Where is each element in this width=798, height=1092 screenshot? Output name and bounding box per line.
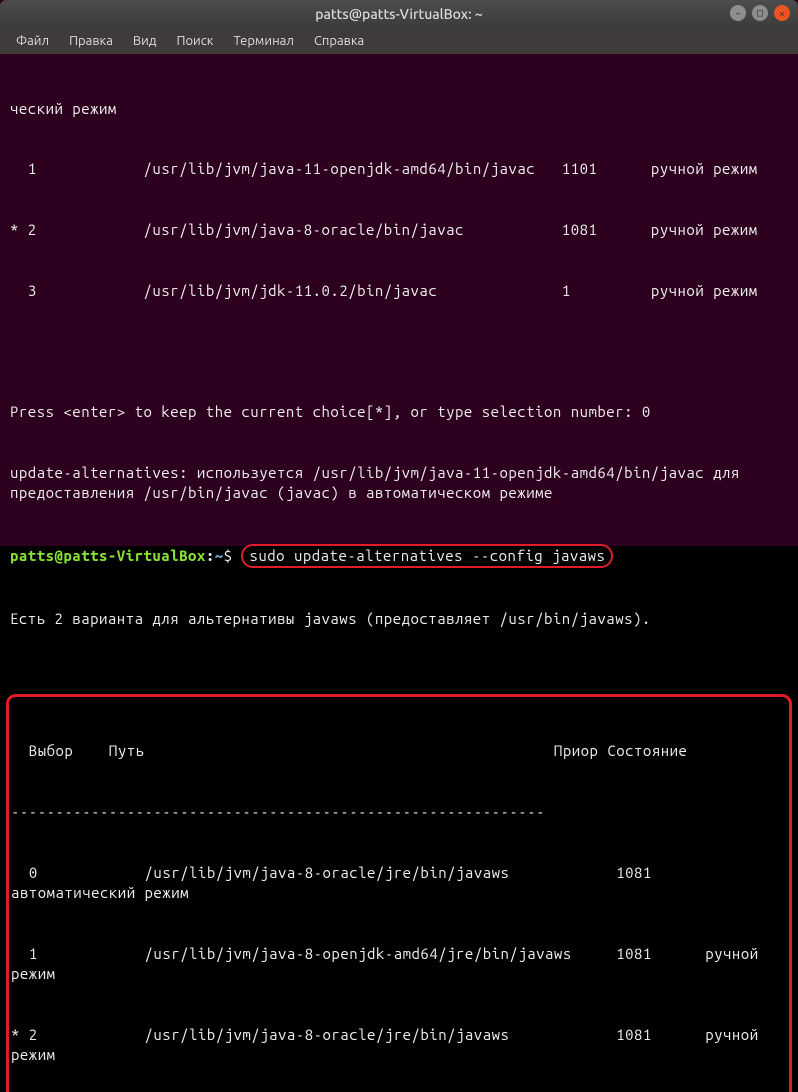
- prompt-user: patts@patts-VirtualBox: [10, 547, 206, 564]
- terminal-window: patts@patts-VirtualBox: ~ – □ × Файл Пра…: [0, 0, 798, 546]
- prompt-line: patts@patts-VirtualBox:~$ sudo update-al…: [10, 544, 788, 568]
- output-line: ческий режим: [10, 99, 788, 119]
- output-line: update-alternatives: используется /usr/l…: [10, 463, 788, 504]
- title-bar: patts@patts-VirtualBox: ~ – □ ×: [0, 0, 798, 28]
- prompt-path: ~: [215, 547, 224, 564]
- menu-bar: Файл Правка Вид Поиск Терминал Справка: [0, 28, 798, 54]
- terminal-output[interactable]: ческий режим 1 /usr/lib/jvm/java-11-open…: [0, 54, 798, 1092]
- prompt-colon: :: [206, 547, 215, 564]
- highlighted-command: sudo update-alternatives --config javaws: [241, 544, 613, 568]
- output-line: 3 /usr/lib/jvm/jdk-11.0.2/bin/javac 1 ру…: [10, 281, 788, 301]
- close-button[interactable]: ×: [774, 5, 790, 21]
- output-line: 1 /usr/lib/jvm/java-11-openjdk-amd64/bin…: [10, 159, 788, 179]
- output-line: ----------------------------------------…: [11, 802, 783, 822]
- menu-search[interactable]: Поиск: [168, 32, 221, 50]
- menu-terminal[interactable]: Терминал: [225, 32, 301, 50]
- prompt-dollar: $: [224, 547, 233, 564]
- window-controls: – □ ×: [730, 5, 790, 21]
- output-line: * 2 /usr/lib/jvm/java-8-oracle/bin/javac…: [10, 220, 788, 240]
- minimize-button[interactable]: –: [730, 5, 746, 21]
- menu-help[interactable]: Справка: [306, 32, 372, 50]
- window-title: patts@patts-VirtualBox: ~: [315, 6, 482, 22]
- output-line: Выбор Путь Приор Состояние: [11, 741, 783, 761]
- output-line: Есть 2 варианта для альтернативы javaws …: [10, 609, 788, 629]
- output-line: * 2 /usr/lib/jvm/java-8-oracle/jre/bin/j…: [11, 1025, 783, 1066]
- menu-edit[interactable]: Правка: [61, 32, 121, 50]
- menu-view[interactable]: Вид: [125, 32, 165, 50]
- output-line: [10, 342, 788, 362]
- output-line: Press <enter> to keep the current choice…: [10, 402, 788, 422]
- menu-file[interactable]: Файл: [8, 32, 57, 50]
- maximize-button[interactable]: □: [752, 5, 768, 21]
- highlighted-output-block: Выбор Путь Приор Состояние -------------…: [6, 694, 792, 1092]
- output-line: 1 /usr/lib/jvm/java-8-openjdk-amd64/jre/…: [11, 944, 783, 985]
- output-line: 0 /usr/lib/jvm/java-8-oracle/jre/bin/jav…: [11, 863, 783, 904]
